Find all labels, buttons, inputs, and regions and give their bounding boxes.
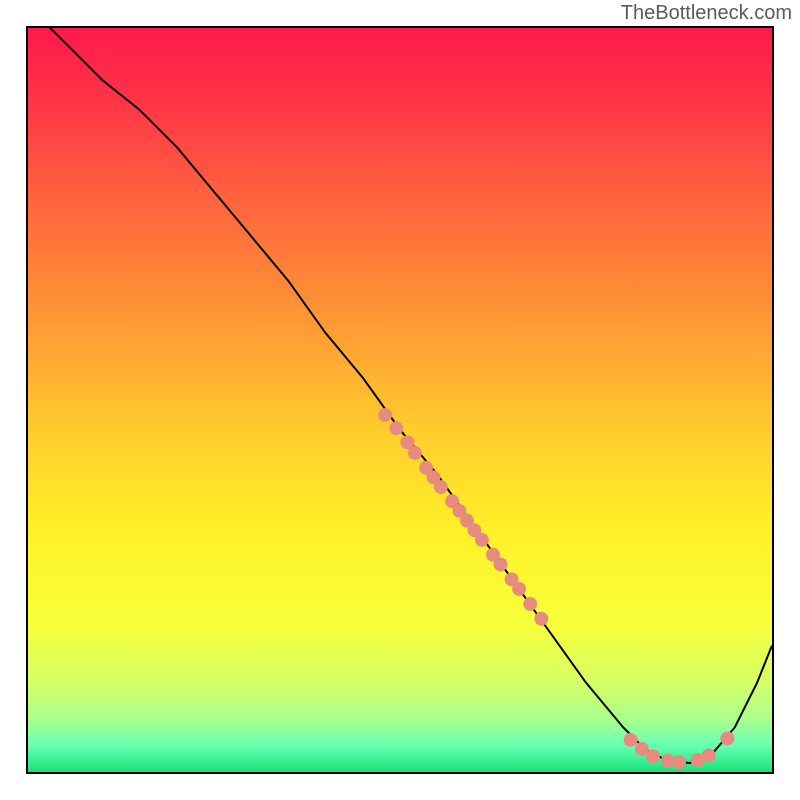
scatter-point (702, 749, 716, 763)
scatter-point (512, 582, 526, 596)
scatter-point (672, 755, 686, 769)
scatter-point (720, 732, 734, 746)
scatter-point (378, 408, 392, 422)
scatter-point (493, 557, 507, 571)
curve-line (28, 28, 772, 763)
scatter-points (378, 408, 734, 769)
scatter-point (408, 446, 422, 460)
scatter-point (475, 533, 489, 547)
chart-wrapper: TheBottleneck.com (0, 0, 800, 800)
scatter-point (624, 733, 638, 747)
scatter-point (534, 612, 548, 626)
scatter-point (646, 749, 660, 763)
plot-area (26, 26, 774, 774)
scatter-point (523, 597, 537, 611)
scatter-point (434, 480, 448, 494)
bottleneck-curve (28, 28, 772, 772)
attribution-label: TheBottleneck.com (621, 2, 792, 25)
scatter-point (389, 421, 403, 435)
